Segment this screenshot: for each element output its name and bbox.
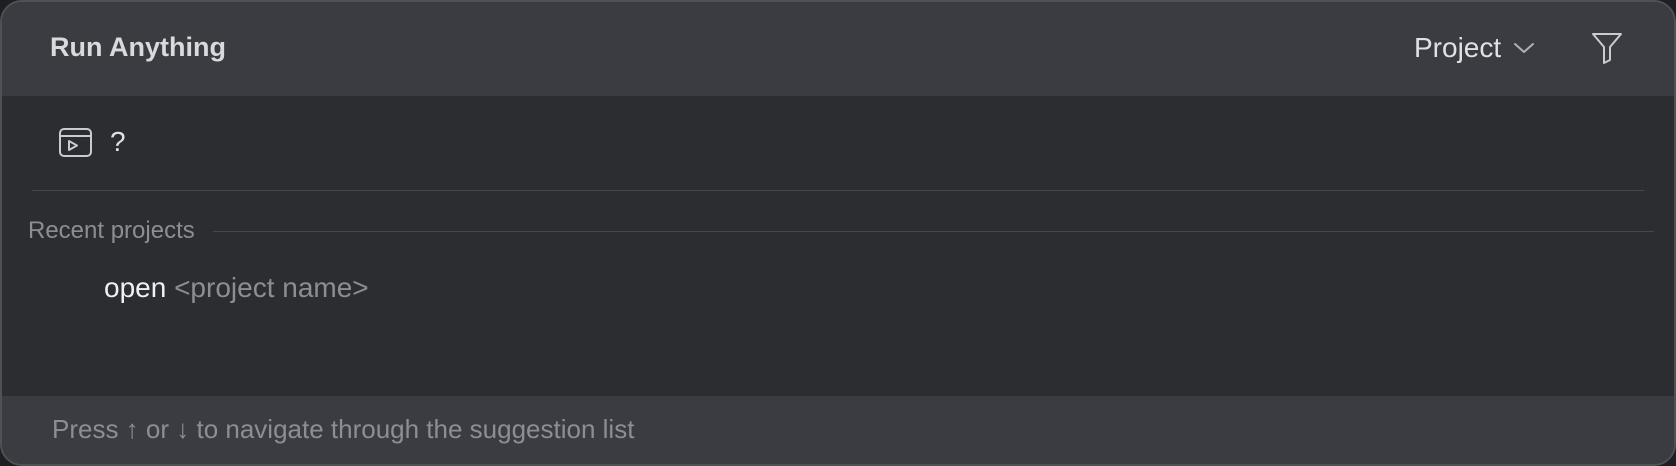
search-divider <box>32 190 1644 191</box>
filter-icon[interactable] <box>1590 30 1624 66</box>
suggestion-command: open <box>104 272 167 303</box>
popup-title: Run Anything <box>50 32 226 62</box>
popup-footer: Press ↑ or ↓ to navigate through the sug… <box>2 396 1674 464</box>
suggestion-argument: <project name> <box>174 272 369 303</box>
suggestion-item[interactable]: open <project name> <box>104 272 369 304</box>
search-row <box>2 96 1674 190</box>
run-anything-icon <box>58 127 94 159</box>
scope-dropdown[interactable]: Project <box>1414 28 1535 68</box>
section-divider <box>212 230 1654 232</box>
section-title: Recent projects <box>28 217 195 244</box>
section-header: Recent projects <box>28 216 1654 246</box>
navigation-hint: Press ↑ or ↓ to navigate through the sug… <box>52 414 635 444</box>
popup-header: Run Anything Project <box>2 2 1674 96</box>
run-anything-popup: Run Anything Project Recent <box>0 0 1676 466</box>
scope-dropdown-label: Project <box>1414 32 1502 63</box>
search-input[interactable] <box>110 122 1610 162</box>
chevron-down-icon <box>1513 41 1535 55</box>
